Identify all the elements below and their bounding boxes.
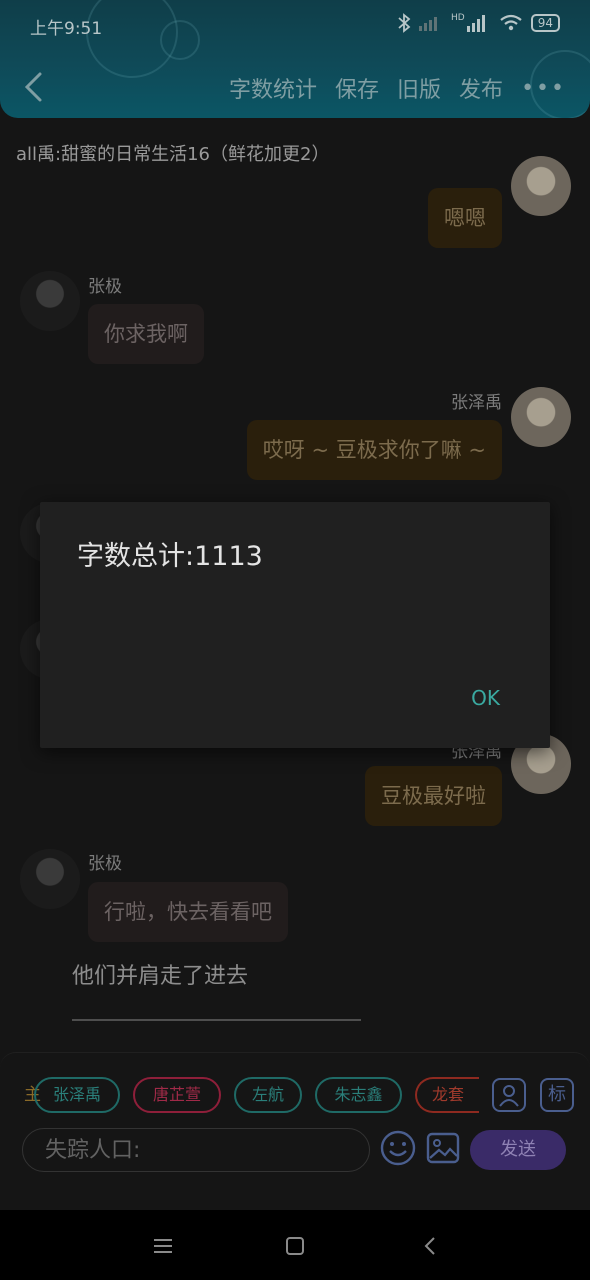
avatar	[20, 849, 80, 909]
nav-back-icon[interactable]	[416, 1232, 446, 1260]
chat-bubble[interactable]: 豆极最好啦	[365, 766, 502, 826]
chat-bubble[interactable]: 你求我啊	[88, 304, 204, 364]
signal-icon	[466, 15, 485, 32]
ok-button[interactable]: OK	[471, 686, 500, 710]
speaker-name: 张泽禹	[451, 393, 502, 413]
dialog-message: 字数总计:1113	[77, 541, 263, 572]
speaker-name: 张极	[88, 854, 122, 874]
back-icon[interactable]	[18, 70, 48, 104]
avatar	[511, 156, 571, 216]
header-menu: 字数统计 保存 旧版 发布 •••	[229, 72, 566, 104]
character-chip[interactable]: 张泽禹	[34, 1077, 120, 1113]
wifi-icon	[500, 14, 522, 31]
app-header: 上午9:51 HD 94 字数统计 保存 旧版 发布 •••	[0, 0, 590, 118]
signal-icon	[419, 17, 438, 31]
chat-bubble[interactable]: 行啦，快去看看吧	[88, 882, 288, 942]
publish-button[interactable]: 发布	[459, 72, 503, 104]
avatar	[511, 387, 571, 447]
status-time: 上午9:51	[30, 19, 103, 39]
system-nav-bar	[0, 1210, 590, 1280]
save-button[interactable]: 保存	[335, 72, 379, 104]
word-count-dialog: 字数总计:1113 OK	[40, 502, 550, 748]
hd-badge: HD	[451, 13, 465, 23]
character-chip[interactable]: 左航	[234, 1077, 302, 1113]
story-title: all禹:甜蜜的日常生活16（鲜花加更2）	[16, 144, 330, 165]
mark-button[interactable]: 标	[540, 1078, 574, 1112]
character-chip[interactable]: 龙套	[415, 1077, 479, 1113]
battery-icon: 94	[530, 14, 560, 32]
emoji-icon[interactable]	[380, 1130, 416, 1166]
character-chip[interactable]: 唐芷萱	[133, 1077, 221, 1113]
more-icon[interactable]: •••	[521, 76, 566, 101]
menu-icon[interactable]	[148, 1232, 178, 1260]
bluetooth-icon	[398, 13, 411, 33]
chat-bubble[interactable]: 哎呀 ~ 豆极求你了嘛 ~	[246, 420, 502, 480]
send-button[interactable]: 发送	[470, 1130, 566, 1170]
narration-underline	[72, 1019, 361, 1021]
character-chip[interactable]: 朱志鑫	[315, 1077, 402, 1113]
word-count-button[interactable]: 字数统计	[229, 72, 317, 104]
home-icon[interactable]	[280, 1232, 310, 1260]
message-input[interactable]	[22, 1128, 370, 1172]
old-version-button[interactable]: 旧版	[397, 72, 441, 104]
image-icon[interactable]	[426, 1132, 460, 1164]
status-icons: HD 94	[397, 13, 560, 33]
header-decoration	[160, 20, 200, 60]
speaker-name: 张极	[88, 277, 122, 297]
avatar	[20, 271, 80, 331]
person-icon[interactable]	[492, 1078, 526, 1112]
narration-text[interactable]: 他们并肩走了进去	[72, 958, 248, 990]
chat-bubble[interactable]: 嗯嗯	[428, 188, 502, 248]
